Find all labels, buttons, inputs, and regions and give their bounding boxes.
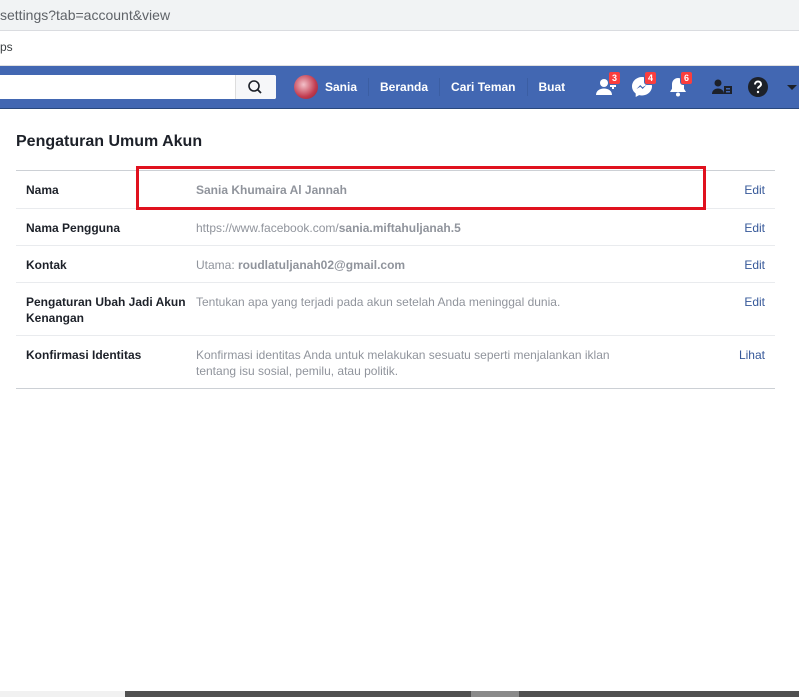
help-button[interactable]	[746, 75, 770, 99]
settings-row-memorialization: Pengaturan Ubah Jadi Akun Kenangan Tentu…	[16, 282, 775, 335]
row-label: Pengaturan Ubah Jadi Akun Kenangan	[26, 295, 186, 325]
settings-row-username: Nama Pengguna https://www.facebook.com/s…	[16, 208, 775, 245]
search-input[interactable]	[0, 75, 276, 99]
row-label: Kontak	[26, 258, 67, 272]
edit-name-link[interactable]: Edit	[744, 182, 765, 198]
row-label: Nama Pengguna	[26, 221, 121, 235]
account-menu-button[interactable]	[784, 75, 799, 99]
value-bold: sania.miftahuljanah.5	[338, 221, 461, 235]
row-value: Utama: roudlatuljanah02@gmail.com	[196, 257, 636, 273]
value-prefix: https://www.facebook.com/	[196, 221, 339, 235]
edit-username-link[interactable]: Edit	[744, 220, 765, 236]
bookmarks-bar: ps	[0, 31, 799, 66]
scrollbar-thumb[interactable]	[471, 691, 519, 697]
search-button[interactable]	[235, 75, 276, 99]
browser-address-bar[interactable]: settings?tab=account&view	[0, 0, 799, 31]
quick-help-button[interactable]	[710, 75, 734, 99]
edit-memorialization-link[interactable]: Edit	[744, 294, 765, 310]
scrollbar-track-dark	[125, 691, 799, 697]
people-settings-icon	[712, 79, 732, 94]
messages-badge: 4	[643, 71, 657, 85]
row-value: https://www.facebook.com/sania.miftahulj…	[196, 220, 636, 236]
messages-button[interactable]: 4	[630, 71, 657, 99]
facebook-top-bar: Sania Beranda Cari Teman Buat 3 4 6	[0, 66, 799, 109]
nav-profile[interactable]: Sania	[325, 78, 370, 96]
settings-row-contact: Kontak Utama: roudlatuljanah02@gmail.com…	[16, 245, 775, 282]
value-bold: roudlatuljanah02@gmail.com	[238, 258, 406, 272]
friend-requests-button[interactable]: 3	[594, 71, 621, 99]
annotation-highlight-box	[136, 166, 706, 210]
value-prefix: Utama:	[196, 258, 239, 272]
row-label: Konfirmasi Identitas	[26, 348, 142, 362]
notifications-button[interactable]: 6	[666, 71, 693, 99]
row-value: Konfirmasi identitas Anda untuk melakuka…	[196, 348, 610, 378]
caret-down-icon	[787, 85, 797, 90]
nav-create[interactable]: Buat	[528, 78, 577, 96]
page-title: Pengaturan Umum Akun	[16, 133, 203, 150]
row-value: Tentukan apa yang terjadi pada akun sete…	[196, 295, 561, 309]
view-identity-link[interactable]: Lihat	[739, 347, 765, 363]
settings-row-identity: Konfirmasi Identitas Konfirmasi identita…	[16, 335, 775, 388]
edit-contact-link[interactable]: Edit	[744, 257, 765, 273]
top-nav: Sania Beranda Cari Teman Buat	[294, 74, 576, 100]
bookmark-apps[interactable]: ps	[0, 40, 13, 54]
search-icon	[248, 80, 262, 94]
avatar[interactable]	[294, 75, 318, 99]
nav-find-friends[interactable]: Cari Teman	[440, 78, 528, 96]
notifications-badge: 6	[679, 71, 693, 85]
nav-home[interactable]: Beranda	[369, 78, 441, 96]
friends-badge: 3	[607, 71, 621, 85]
horizontal-scrollbar[interactable]	[0, 691, 799, 697]
url-text[interactable]: settings?tab=account&view	[0, 7, 170, 23]
question-icon	[748, 77, 768, 97]
